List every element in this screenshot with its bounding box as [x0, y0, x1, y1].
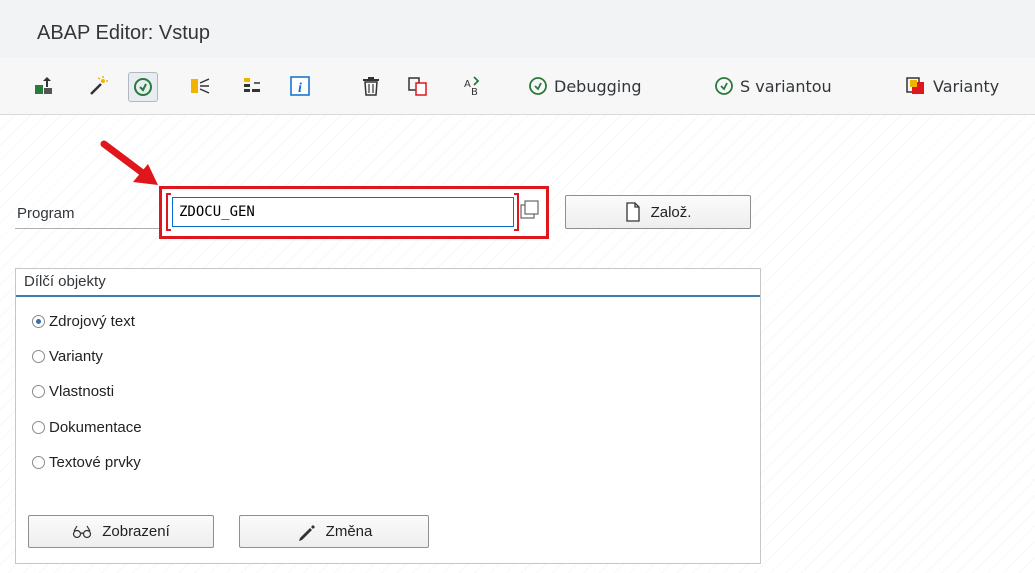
where-used-icon[interactable]: [186, 72, 214, 100]
svg-text:i: i: [298, 81, 302, 96]
subobjects-divider: [16, 295, 760, 297]
radio-label: Dokumentace: [49, 419, 142, 436]
radio-source-text[interactable]: Zdrojový text: [32, 313, 135, 330]
radio-button[interactable]: [32, 421, 45, 434]
application-toolbar: i A B Debugging S variantou Varianty: [0, 58, 1035, 115]
radio-button[interactable]: [32, 456, 45, 469]
subobjects-title: Dílčí objekty: [24, 273, 106, 290]
radio-label: Zdrojový text: [49, 313, 135, 330]
svg-text:B: B: [471, 87, 478, 97]
debugging-label: Debugging: [554, 76, 642, 96]
variants-icon: [906, 77, 924, 94]
radio-attributes[interactable]: Vlastnosti: [32, 383, 114, 400]
with-variant-label: S variantou: [740, 76, 832, 96]
glasses-icon: [73, 525, 92, 538]
required-bracket-left: [166, 193, 171, 231]
delete-icon[interactable]: [357, 72, 385, 100]
other-object-icon[interactable]: [30, 72, 58, 100]
svg-text:A: A: [464, 79, 471, 90]
display-label: Zobrazení: [102, 523, 170, 540]
radio-text-elements[interactable]: Textové prvky: [32, 454, 141, 471]
program-input[interactable]: [172, 197, 514, 227]
radio-label: Textové prvky: [49, 454, 141, 471]
execute-variant-icon: [715, 77, 733, 95]
window-title: ABAP Editor: Vstup: [37, 22, 211, 44]
change-button[interactable]: Změna: [239, 515, 429, 548]
program-label: Program: [17, 205, 75, 222]
display-button[interactable]: Zobrazení: [28, 515, 214, 548]
radio-variants[interactable]: Varianty: [32, 348, 103, 365]
subobjects-group: Dílčí objekty Zdrojový text Varianty Vla…: [15, 268, 761, 564]
radio-documentation[interactable]: Dokumentace: [32, 419, 142, 436]
new-document-icon: [625, 202, 640, 222]
copy-icon[interactable]: [404, 72, 432, 100]
create-label: Založ.: [650, 203, 692, 221]
variants-label: Varianty: [933, 76, 1000, 96]
debugging-button[interactable]: Debugging: [528, 72, 642, 100]
radio-button[interactable]: [32, 315, 45, 328]
with-variant-button[interactable]: S variantou: [714, 72, 832, 100]
info-icon[interactable]: i: [286, 72, 314, 100]
value-help-icon[interactable]: [519, 199, 541, 221]
red-arrow-icon: [100, 140, 158, 185]
radio-label: Varianty: [49, 348, 103, 365]
radio-label: Vlastnosti: [49, 383, 115, 400]
rename-icon[interactable]: A B: [458, 72, 486, 100]
execute-icon[interactable]: [128, 72, 158, 102]
radio-button[interactable]: [32, 350, 45, 363]
object-list-icon[interactable]: [238, 72, 266, 100]
title-bar: ABAP Editor: Vstup: [0, 0, 1035, 58]
debugging-icon: [529, 77, 547, 95]
radio-button[interactable]: [32, 385, 45, 398]
create-button[interactable]: Založ.: [565, 195, 751, 229]
change-label: Změna: [325, 523, 373, 540]
wizard-icon[interactable]: [84, 72, 112, 100]
variants-button[interactable]: Varianty: [905, 72, 999, 100]
program-label-underline: [15, 228, 165, 229]
pencil-icon: [298, 524, 315, 541]
